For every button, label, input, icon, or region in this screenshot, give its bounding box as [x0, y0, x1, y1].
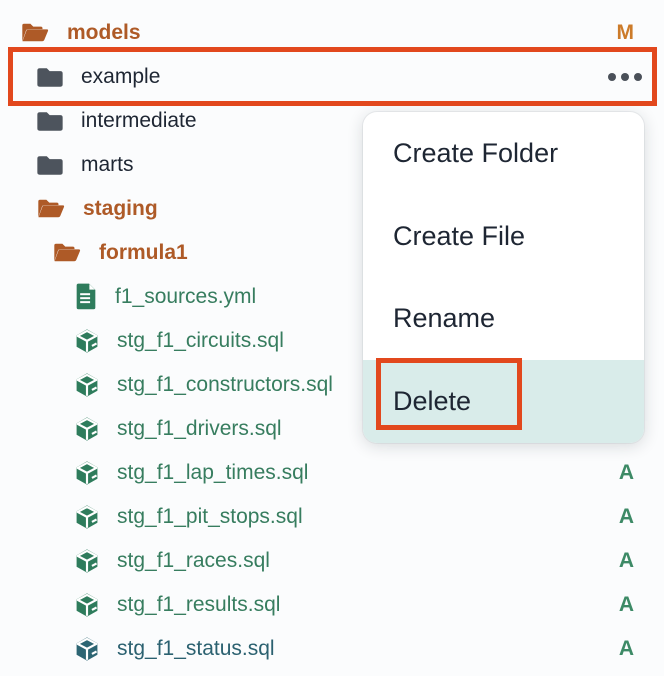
tree-item-label: formula1	[99, 241, 188, 265]
file-yml-icon	[74, 283, 98, 311]
model-cube-icon	[74, 328, 100, 354]
menu-item-create-folder[interactable]: Create Folder	[363, 112, 644, 195]
tree-item-stg-f1-races-sql[interactable]: stg_f1_races.sql A	[0, 539, 664, 583]
tree-item-label: stg_f1_races.sql	[117, 549, 270, 573]
folder-closed-icon	[36, 66, 64, 89]
context-menu: Create Folder Create File Rename Delete	[363, 112, 644, 443]
tree-item-label: models	[67, 21, 141, 45]
model-cube-icon	[74, 460, 100, 486]
folder-open-icon	[52, 241, 82, 265]
menu-item-label: Create Folder	[393, 138, 558, 169]
tree-item-stg-f1-pit-stops-sql[interactable]: stg_f1_pit_stops.sql A	[0, 495, 664, 539]
tree-item-label: marts	[81, 153, 134, 177]
tree-item-example[interactable]: example	[0, 55, 664, 99]
tree-item-label: stg_f1_status.sql	[117, 637, 275, 661]
menu-item-label: Create File	[393, 221, 525, 252]
tree-item-label: stg_f1_circuits.sql	[117, 329, 284, 353]
tree-item-label: example	[81, 65, 160, 89]
ellipsis-menu-icon[interactable]	[608, 73, 642, 81]
git-status-badge: A	[619, 593, 634, 617]
menu-item-delete[interactable]: Delete	[363, 360, 644, 443]
tree-item-label: stg_f1_pit_stops.sql	[117, 505, 303, 529]
git-status-badge: M	[617, 21, 635, 45]
tree-item-stg-f1-status-sql[interactable]: stg_f1_status.sql A	[0, 627, 664, 671]
tree-item-models[interactable]: models M	[0, 11, 664, 55]
tree-item-stg-f1-results-sql[interactable]: stg_f1_results.sql A	[0, 583, 664, 627]
folder-open-icon	[36, 197, 66, 221]
tree-item-stg-f1-lap-times-sql[interactable]: stg_f1_lap_times.sql A	[0, 451, 664, 495]
menu-item-rename[interactable]: Rename	[363, 278, 644, 361]
model-cube-icon	[74, 548, 100, 574]
model-cube-icon	[74, 592, 100, 618]
folder-closed-icon	[36, 154, 64, 177]
menu-item-label: Rename	[393, 303, 495, 334]
git-status-badge: A	[619, 637, 634, 661]
tree-item-label: f1_sources.yml	[115, 285, 256, 309]
tree-item-label: staging	[83, 197, 158, 221]
tree-item-label: intermediate	[81, 109, 197, 133]
git-status-badge: A	[619, 549, 634, 573]
model-cube-icon	[74, 636, 100, 662]
git-status-badge: A	[619, 505, 634, 529]
git-status-badge: A	[619, 461, 634, 485]
model-cube-icon	[74, 416, 100, 442]
tree-item-label: stg_f1_results.sql	[117, 593, 280, 617]
tree-item-label: stg_f1_lap_times.sql	[117, 461, 308, 485]
menu-item-label: Delete	[393, 386, 471, 417]
model-cube-icon	[74, 372, 100, 398]
folder-open-icon	[20, 21, 50, 45]
folder-closed-icon	[36, 110, 64, 133]
tree-item-label: stg_f1_drivers.sql	[117, 417, 282, 441]
tree-item-label: stg_f1_constructors.sql	[117, 373, 333, 397]
model-cube-icon	[74, 504, 100, 530]
menu-item-create-file[interactable]: Create File	[363, 195, 644, 278]
